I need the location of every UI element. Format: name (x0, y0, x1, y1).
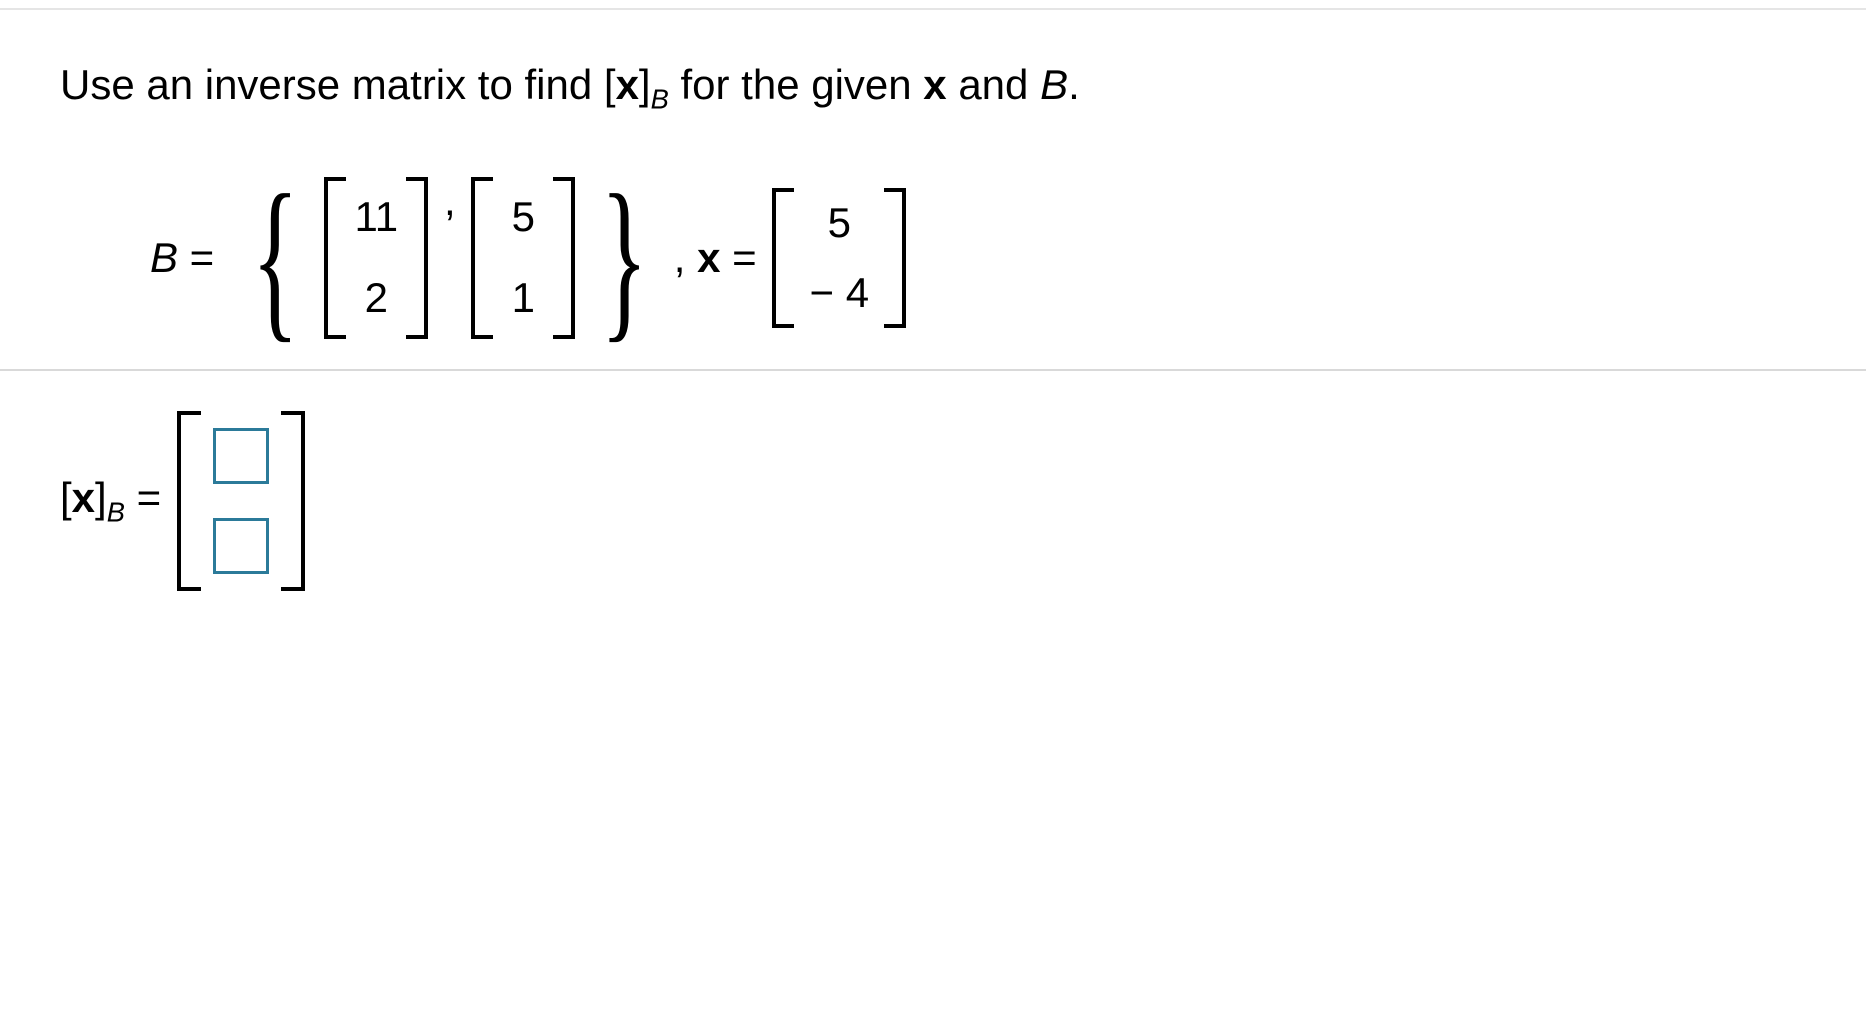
ans-x: x (72, 474, 95, 521)
lbracket-b1 (324, 177, 346, 339)
prompt-mid: for the given (669, 61, 923, 108)
comma-sep: , (432, 177, 467, 339)
answer-row: [x]B = (60, 411, 1806, 591)
x-r2: − 4 (794, 258, 884, 328)
top-divider (0, 8, 1866, 10)
prompt-pre: Use an inverse matrix to find [ (60, 61, 616, 108)
prompt-and: and (947, 61, 1040, 108)
ans-r2-cell (201, 501, 281, 591)
col-b2: 5 1 (493, 177, 553, 339)
lbracket-ans (177, 411, 201, 591)
prompt-close1: ] (639, 61, 651, 108)
rbracket-b2 (553, 177, 575, 339)
question-prompt: Use an inverse matrix to find [x]B for t… (60, 58, 1806, 117)
equals-1: = (178, 234, 226, 282)
ans-subB: B (107, 496, 125, 527)
rbracket-x (884, 188, 906, 328)
set-braces: { 11 2 , 5 1 } (230, 177, 670, 339)
col-b1: 11 2 (346, 177, 406, 339)
rbracket-b1 (406, 177, 428, 339)
x-label: x (697, 234, 720, 282)
prompt-subB1: B (651, 83, 669, 114)
ans-close: ] (95, 474, 107, 521)
equals-2: = (720, 234, 768, 282)
x-vector: 5 − 4 (772, 188, 906, 328)
lbracket-b2 (471, 177, 493, 339)
prompt-B: B (1040, 61, 1068, 108)
b1-r1: 11 (346, 182, 406, 252)
prompt-x2: x (923, 61, 946, 108)
ans-equals: = (125, 474, 173, 521)
left-brace: { (250, 177, 300, 339)
B-vector-2: 5 1 (471, 177, 575, 339)
right-brace: } (600, 177, 650, 339)
answer-input-2[interactable] (213, 518, 269, 574)
answer-label: [x]B = (60, 474, 173, 528)
answer-input-1[interactable] (213, 428, 269, 484)
prompt-period: . (1068, 61, 1080, 108)
rbracket-ans (281, 411, 305, 591)
givens-row: B = { 11 2 , 5 1 } (150, 177, 1806, 339)
b2-r2: 1 (493, 263, 553, 333)
col-x: 5 − 4 (794, 188, 884, 328)
x-r1: 5 (794, 188, 884, 258)
b1-r2: 2 (346, 263, 406, 333)
B-vector-1: 11 2 (324, 177, 428, 339)
b2-r1: 5 (493, 182, 553, 252)
answer-vector (177, 411, 305, 591)
lbracket-x (772, 188, 794, 328)
B-label: B (150, 234, 178, 282)
ans-open: [ (60, 474, 72, 521)
prompt-x1: x (616, 61, 639, 108)
ans-r1-cell (201, 411, 281, 501)
comma-after-set: , (674, 234, 697, 282)
answer-container: [x]B = (0, 371, 1866, 591)
content-container: Use an inverse matrix to find [x]B for t… (0, 18, 1866, 339)
col-ans (201, 411, 281, 591)
